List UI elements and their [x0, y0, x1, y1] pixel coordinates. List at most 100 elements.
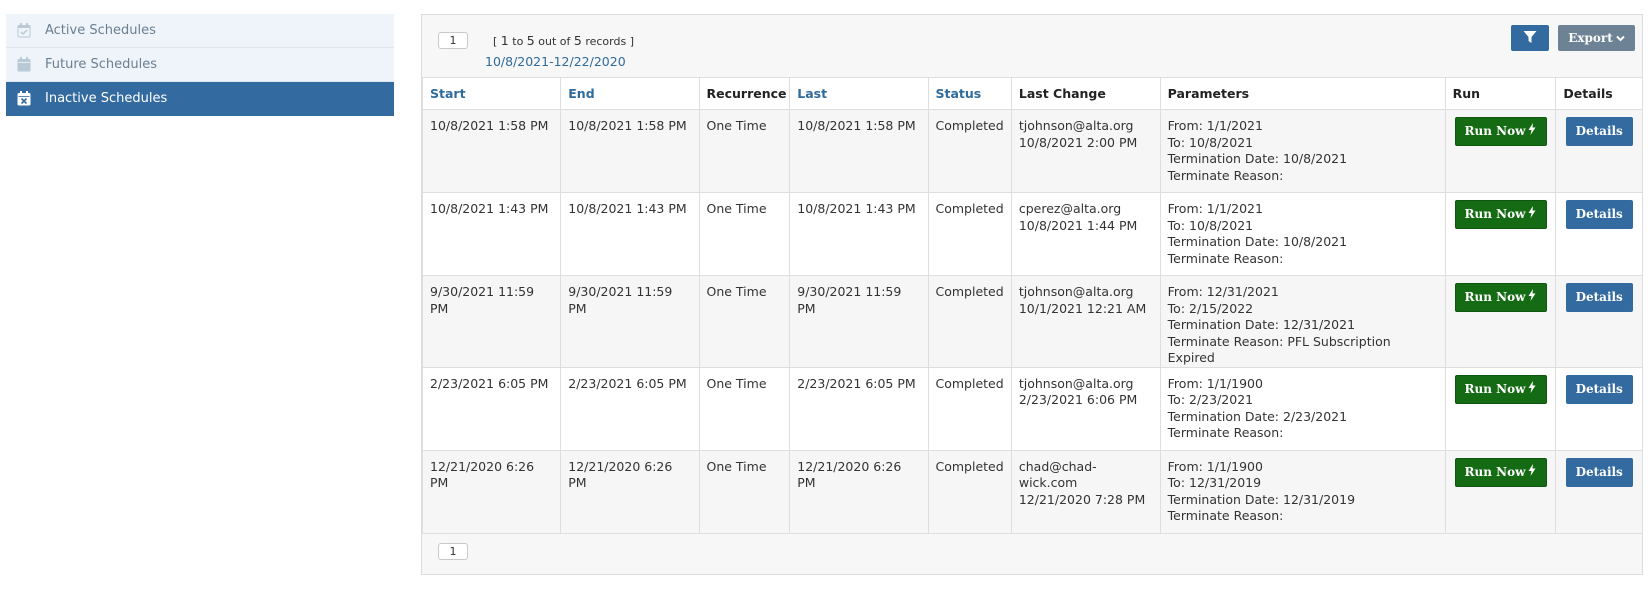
cell-last: 10/8/2021 1:58 PM [789, 109, 929, 193]
sidebar-item-future-schedules[interactable]: Future Schedules [6, 48, 394, 82]
bolt-icon [1528, 206, 1536, 223]
param-termination-date: Termination Date: 2/23/2021 [1167, 408, 1348, 424]
cell-recurrence: One Time [698, 192, 791, 276]
run-now-button[interactable]: Run Now [1454, 457, 1547, 487]
cell-last-change: tjohnson@alta.org 10/8/2021 2:00 PM [1010, 109, 1161, 193]
bolt-icon [1528, 123, 1536, 140]
cell-details: Details [1555, 192, 1643, 276]
run-now-button[interactable]: Run Now [1454, 374, 1547, 404]
cell-recurrence: One Time [698, 109, 791, 193]
cell-run: Run Now [1444, 275, 1557, 368]
run-now-label: Run Now [1464, 290, 1526, 305]
param-to: To: 10/8/2021 [1167, 134, 1254, 150]
pager-bottom: 1 [438, 543, 468, 560]
cell-last: 2/23/2021 6:05 PM [789, 366, 929, 451]
cell-last: 12/21/2020 6:26 PM [789, 449, 929, 534]
cell-parameters: From: 1/1/2021 To: 10/8/2021 Termination… [1159, 109, 1446, 193]
bolt-icon [1528, 380, 1536, 398]
param-terminate-reason: Terminate Reason: PFL Subscription Expir… [1167, 333, 1391, 366]
cell-parameters: From: 12/31/2021 To: 2/15/2022 Terminati… [1159, 275, 1446, 368]
param-terminate-reason: Terminate Reason: [1167, 425, 1284, 440]
column-header-status[interactable]: Status [927, 77, 1012, 110]
pager-top: 1 [438, 32, 468, 49]
sidebar-item-label: Active Schedules [45, 23, 156, 38]
cell-last-change: cperez@alta.org 10/8/2021 1:44 PM [1010, 192, 1161, 276]
run-now-label: Run Now [1464, 124, 1526, 139]
cell-recurrence: One Time [698, 275, 791, 368]
cell-run: Run Now [1444, 366, 1557, 451]
export-button[interactable]: Export [1558, 25, 1635, 51]
bolt-icon [1528, 463, 1536, 481]
cell-last-change: tjohnson@alta.org 2/23/2021 6:06 PM [1010, 366, 1161, 451]
page-button-1[interactable]: 1 [438, 543, 468, 560]
param-to: To: 2/23/2021 [1167, 392, 1254, 407]
run-now-button[interactable]: Run Now [1454, 283, 1547, 312]
table-row: 12/21/2020 6:26 PM 12/21/2020 6:26 PM On… [421, 449, 1643, 534]
sidebar-item-label: Future Schedules [45, 57, 158, 72]
column-header-last[interactable]: Last [789, 77, 929, 110]
records-bracket-close: ] [629, 35, 634, 48]
cell-parameters: From: 1/1/2021 To: 10/8/2021 Termination… [1159, 192, 1446, 276]
details-button[interactable]: Details [1565, 283, 1633, 312]
details-button[interactable]: Details [1565, 374, 1633, 404]
schedule-panel: 1 [ 1 to 5 out of 5 records ] 10/8/2021-… [421, 14, 1643, 575]
run-now-label: Run Now [1464, 207, 1526, 222]
cell-last-change: chad@chad-wick.com 12/21/2020 7:28 PM [1010, 449, 1161, 534]
cell-status: Completed [927, 366, 1012, 451]
param-termination-date: Termination Date: 10/8/2021 [1167, 234, 1348, 249]
schedule-sidebar: Active Schedules Future Schedules Inacti… [6, 14, 394, 116]
filter-button[interactable] [1511, 25, 1549, 51]
run-now-label: Run Now [1464, 381, 1526, 396]
cell-end: 10/8/2021 1:58 PM [560, 109, 700, 193]
last-change-time: 12/21/2020 7:28 PM [1018, 491, 1146, 507]
column-header-run: Run [1444, 77, 1557, 110]
param-to: To: 10/8/2021 [1167, 217, 1254, 233]
schedules-table: Start End Recurrence Last Status Last Ch… [421, 77, 1643, 534]
param-from: From: 12/31/2021 [1167, 284, 1279, 299]
last-change-user: tjohnson@alta.org [1018, 284, 1134, 299]
sidebar-item-inactive-schedules[interactable]: Inactive Schedules [6, 82, 394, 116]
records-total: 5 [573, 33, 582, 48]
param-termination-date: Termination Date: 10/8/2021 [1167, 151, 1348, 166]
run-now-label: Run Now [1464, 464, 1526, 479]
cell-status: Completed [927, 109, 1012, 193]
sidebar-item-label: Inactive Schedules [45, 91, 168, 106]
last-change-time: 10/1/2021 12:21 AM [1018, 300, 1147, 316]
cell-status: Completed [927, 275, 1012, 368]
param-from: From: 1/1/1900 [1167, 375, 1263, 391]
run-now-button[interactable]: Run Now [1454, 117, 1547, 146]
calendar-times-icon [17, 91, 31, 106]
export-label: Export [1568, 31, 1613, 45]
cell-end: 10/8/2021 1:43 PM [560, 192, 700, 276]
table-header-row: Start End Recurrence Last Status Last Ch… [421, 77, 1643, 110]
cell-end: 2/23/2021 6:05 PM [560, 366, 700, 451]
run-now-button[interactable]: Run Now [1454, 200, 1547, 229]
sidebar-item-active-schedules[interactable]: Active Schedules [6, 14, 394, 48]
cell-start: 2/23/2021 6:05 PM [421, 366, 562, 451]
details-label: Details [1575, 381, 1623, 396]
records-to-word: to [512, 35, 524, 48]
column-header-start[interactable]: Start [421, 77, 562, 110]
column-header-last-change: Last Change [1010, 77, 1161, 110]
param-to: To: 12/31/2019 [1167, 475, 1262, 490]
column-header-end[interactable]: End [560, 77, 700, 110]
details-button[interactable]: Details [1565, 457, 1633, 487]
chevron-down-icon [1616, 31, 1625, 45]
page-button-1[interactable]: 1 [438, 32, 468, 49]
cell-recurrence: One Time [698, 366, 791, 451]
details-label: Details [1575, 207, 1623, 222]
last-change-user: tjohnson@alta.org [1018, 375, 1134, 391]
cell-run: Run Now [1444, 449, 1557, 534]
cell-run: Run Now [1444, 192, 1557, 276]
cell-status: Completed [927, 449, 1012, 534]
param-from: From: 1/1/2021 [1167, 118, 1263, 133]
bolt-icon [1528, 289, 1536, 306]
details-button[interactable]: Details [1565, 200, 1633, 229]
details-label: Details [1575, 124, 1623, 139]
records-to: 5 [526, 33, 535, 48]
param-from: From: 1/1/1900 [1167, 458, 1263, 474]
cell-status: Completed [927, 192, 1012, 276]
param-termination-date: Termination Date: 12/31/2019 [1167, 491, 1356, 507]
last-change-time: 10/8/2021 2:00 PM [1018, 134, 1138, 150]
details-button[interactable]: Details [1565, 117, 1633, 146]
